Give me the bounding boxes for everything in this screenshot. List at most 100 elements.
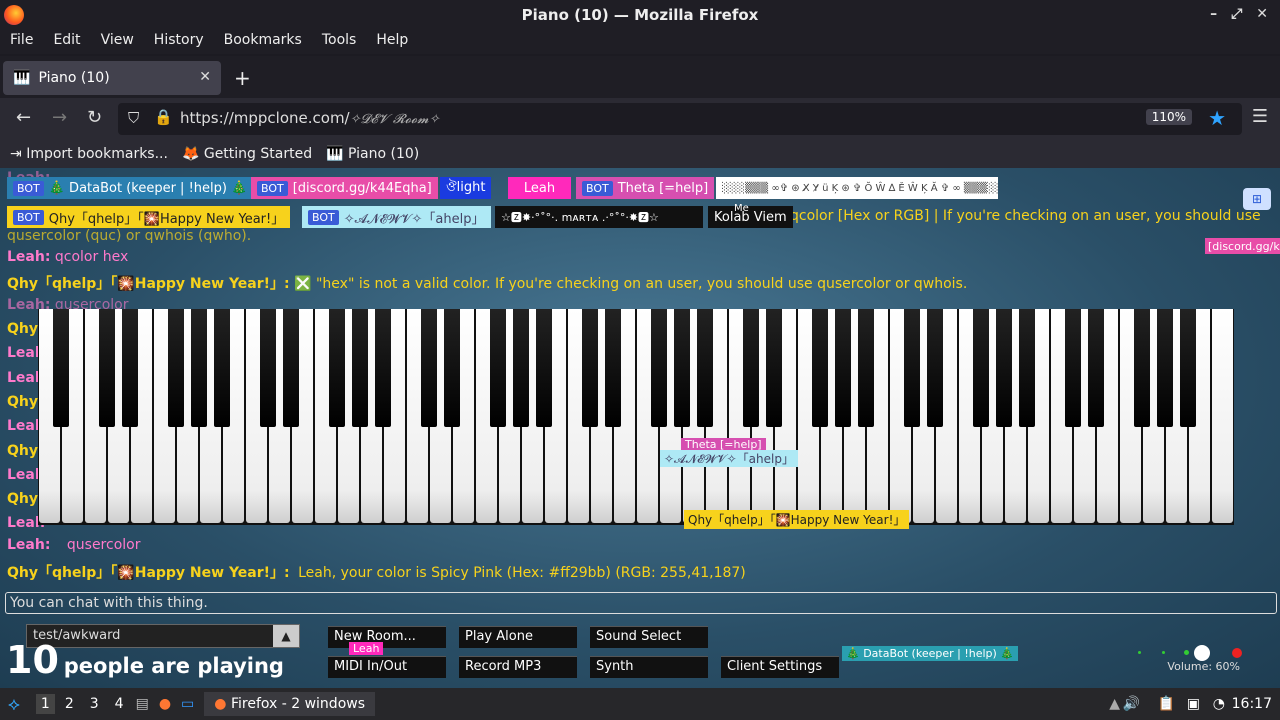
piano-black-key[interactable] [489, 309, 507, 427]
piano-black-key[interactable] [535, 309, 553, 427]
user-name: Kolab Viem [714, 209, 787, 225]
url-bar[interactable]: ⛉ 🔒 https://mppclone.com/✧𝓓𝓔𝓥 𝓡𝓸𝓸𝓶✧ 110%… [118, 103, 1242, 135]
user-glitch[interactable]: ░░░▒▒▒ ∞✞ ⊛ X̸ Y̷ ü Ķ ⊛ ✞ Ŏ Ŵ ∆ Ě Ŵ Ķ Ă … [716, 177, 998, 199]
client-settings-button[interactable]: Client Settings [721, 656, 839, 678]
desktop-icon[interactable]: ▭ [181, 696, 194, 712]
back-icon[interactable]: ← [16, 107, 31, 128]
volume-slider[interactable] [1138, 645, 1248, 661]
user-databot[interactable]: BOT 🎄 DataBot (keeper | !help) 🎄 [7, 177, 254, 199]
piano-black-key[interactable] [903, 309, 921, 427]
piano-black-key[interactable] [1064, 309, 1082, 427]
workspace-4[interactable]: 4 [115, 696, 124, 712]
piano-black-key[interactable] [374, 309, 392, 427]
play-alone-button[interactable]: Play Alone [459, 626, 577, 648]
lock-icon[interactable]: 🔒 [154, 108, 173, 126]
piano-black-key[interactable] [604, 309, 622, 427]
menu-bookmarks[interactable]: Bookmarks [214, 30, 312, 54]
forward-icon[interactable]: → [52, 107, 67, 128]
piano-black-key[interactable] [811, 309, 829, 427]
piano-black-key[interactable] [1018, 309, 1036, 427]
piano-white-key[interactable] [1212, 309, 1233, 523]
menu-history[interactable]: History [144, 30, 214, 54]
synth-button[interactable]: Synth [590, 656, 708, 678]
piano-black-key[interactable] [995, 309, 1013, 427]
piano-black-key[interactable] [512, 309, 530, 427]
user-kolab[interactable]: Kolab Viem [708, 206, 793, 228]
piano-black-key[interactable] [420, 309, 438, 427]
bookmark-getting-started[interactable]: 🦊 Getting Started [182, 146, 312, 162]
menu-file[interactable]: File [0, 30, 43, 54]
sound-select-button[interactable]: Sound Select [590, 626, 708, 648]
piano-black-key[interactable] [98, 309, 116, 427]
piano-black-key[interactable] [213, 309, 231, 427]
piano-black-key[interactable] [282, 309, 300, 427]
bookmark-star-icon[interactable]: ★ [1208, 106, 1226, 130]
bookmark-import[interactable]: ⇥ Import bookmarks... [10, 146, 168, 162]
clipboard-icon[interactable]: 📋 [1158, 696, 1175, 712]
restore-icon[interactable]: ⤢ [1231, 6, 1242, 22]
piano-black-key[interactable] [857, 309, 875, 427]
record-mp3-button[interactable]: Record MP3 [459, 656, 577, 678]
minimize-icon[interactable]: – [1210, 6, 1217, 22]
bookmark-piano[interactable]: 🎹 Piano (10) [326, 146, 419, 162]
piano-black-key[interactable] [1087, 309, 1105, 427]
piano-black-key[interactable] [673, 309, 691, 427]
new-tab-icon[interactable]: + [234, 66, 251, 90]
piano-black-key[interactable] [650, 309, 668, 427]
taskbar-window-firefox[interactable]: ● Firefox - 2 windows [204, 692, 376, 716]
url-text[interactable]: https://mppclone.com/✧𝓓𝓔𝓥 𝓡𝓸𝓸𝓶✧ [180, 109, 440, 127]
piano-keyboard[interactable] [38, 309, 1234, 525]
tab-piano[interactable]: 🎹 Piano (10) ✕ [3, 61, 221, 95]
file-manager-icon[interactable]: ▤ [136, 696, 149, 712]
translate-icon[interactable]: ⊞ [1243, 188, 1271, 210]
piano-black-key[interactable] [259, 309, 277, 427]
piano-black-key[interactable] [328, 309, 346, 427]
workspace-1[interactable]: 1 [35, 694, 55, 714]
start-menu-icon[interactable]: ⟡ [8, 694, 20, 715]
close-icon[interactable]: ✕ [1256, 6, 1268, 22]
user-discord[interactable]: BOT [discord.gg/k44Eqha] [251, 177, 438, 199]
menu-edit[interactable]: Edit [43, 30, 90, 54]
menu-tools[interactable]: Tools [312, 30, 367, 54]
speaker-icon[interactable]: 🔊 [1123, 696, 1140, 712]
piano-black-key[interactable] [52, 309, 70, 427]
zoom-level[interactable]: 110% [1145, 109, 1192, 125]
piano-black-key[interactable] [1156, 309, 1174, 427]
chat-input[interactable]: You can chat with this thing. [5, 592, 1277, 614]
menu-view[interactable]: View [91, 30, 144, 54]
user-leah[interactable]: Leah [508, 177, 571, 199]
reload-icon[interactable]: ↻ [87, 107, 102, 128]
network-icon[interactable]: ◔ [1213, 696, 1225, 712]
user-anewv[interactable]: BOT ✧𝓐𝓝𝓔𝓦𝓥✧「ahelp」 [302, 206, 491, 228]
midi-button[interactable]: MIDI In/Out [328, 656, 446, 678]
piano-black-key[interactable] [834, 309, 852, 427]
piano-black-key[interactable] [1179, 309, 1197, 427]
new-room-button[interactable]: New Room... [328, 626, 446, 648]
piano-black-key[interactable] [926, 309, 944, 427]
volume-knob[interactable] [1194, 645, 1210, 661]
piano-black-key[interactable] [765, 309, 783, 427]
piano-black-key[interactable] [443, 309, 461, 427]
piano-black-key[interactable] [351, 309, 369, 427]
menu-help[interactable]: Help [366, 30, 418, 54]
screen-icon[interactable]: ▣ [1187, 696, 1200, 712]
hamburger-menu-icon[interactable]: ☰ [1252, 106, 1268, 127]
user-qhy[interactable]: BOT Qhy「qhelp」「🎇Happy New Year!」 [7, 206, 291, 228]
piano-black-key[interactable] [581, 309, 599, 427]
piano-black-key[interactable] [167, 309, 185, 427]
user-theta[interactable]: BOT Theta [=help] [576, 177, 715, 199]
shield-icon[interactable]: ⛉ [128, 109, 139, 127]
user-light[interactable]: ঔlight [440, 177, 492, 199]
user-marta[interactable]: ☆🆉✸·°˚°·. mᴀʀтᴀ .·°˚°·✸🆉☆ [495, 206, 703, 228]
piano-black-key[interactable] [972, 309, 990, 427]
workspace-2[interactable]: 2 [65, 696, 74, 712]
piano-black-key[interactable] [1133, 309, 1151, 427]
piano-black-key[interactable] [742, 309, 760, 427]
piano-black-key[interactable] [696, 309, 714, 427]
firefox-launcher-icon[interactable]: ● [159, 696, 171, 712]
tab-close-icon[interactable]: ✕ [199, 69, 211, 85]
piano-black-key[interactable] [190, 309, 208, 427]
workspace-3[interactable]: 3 [90, 696, 99, 712]
tray-up-icon[interactable]: ▲ [1109, 696, 1120, 712]
piano-black-key[interactable] [121, 309, 139, 427]
